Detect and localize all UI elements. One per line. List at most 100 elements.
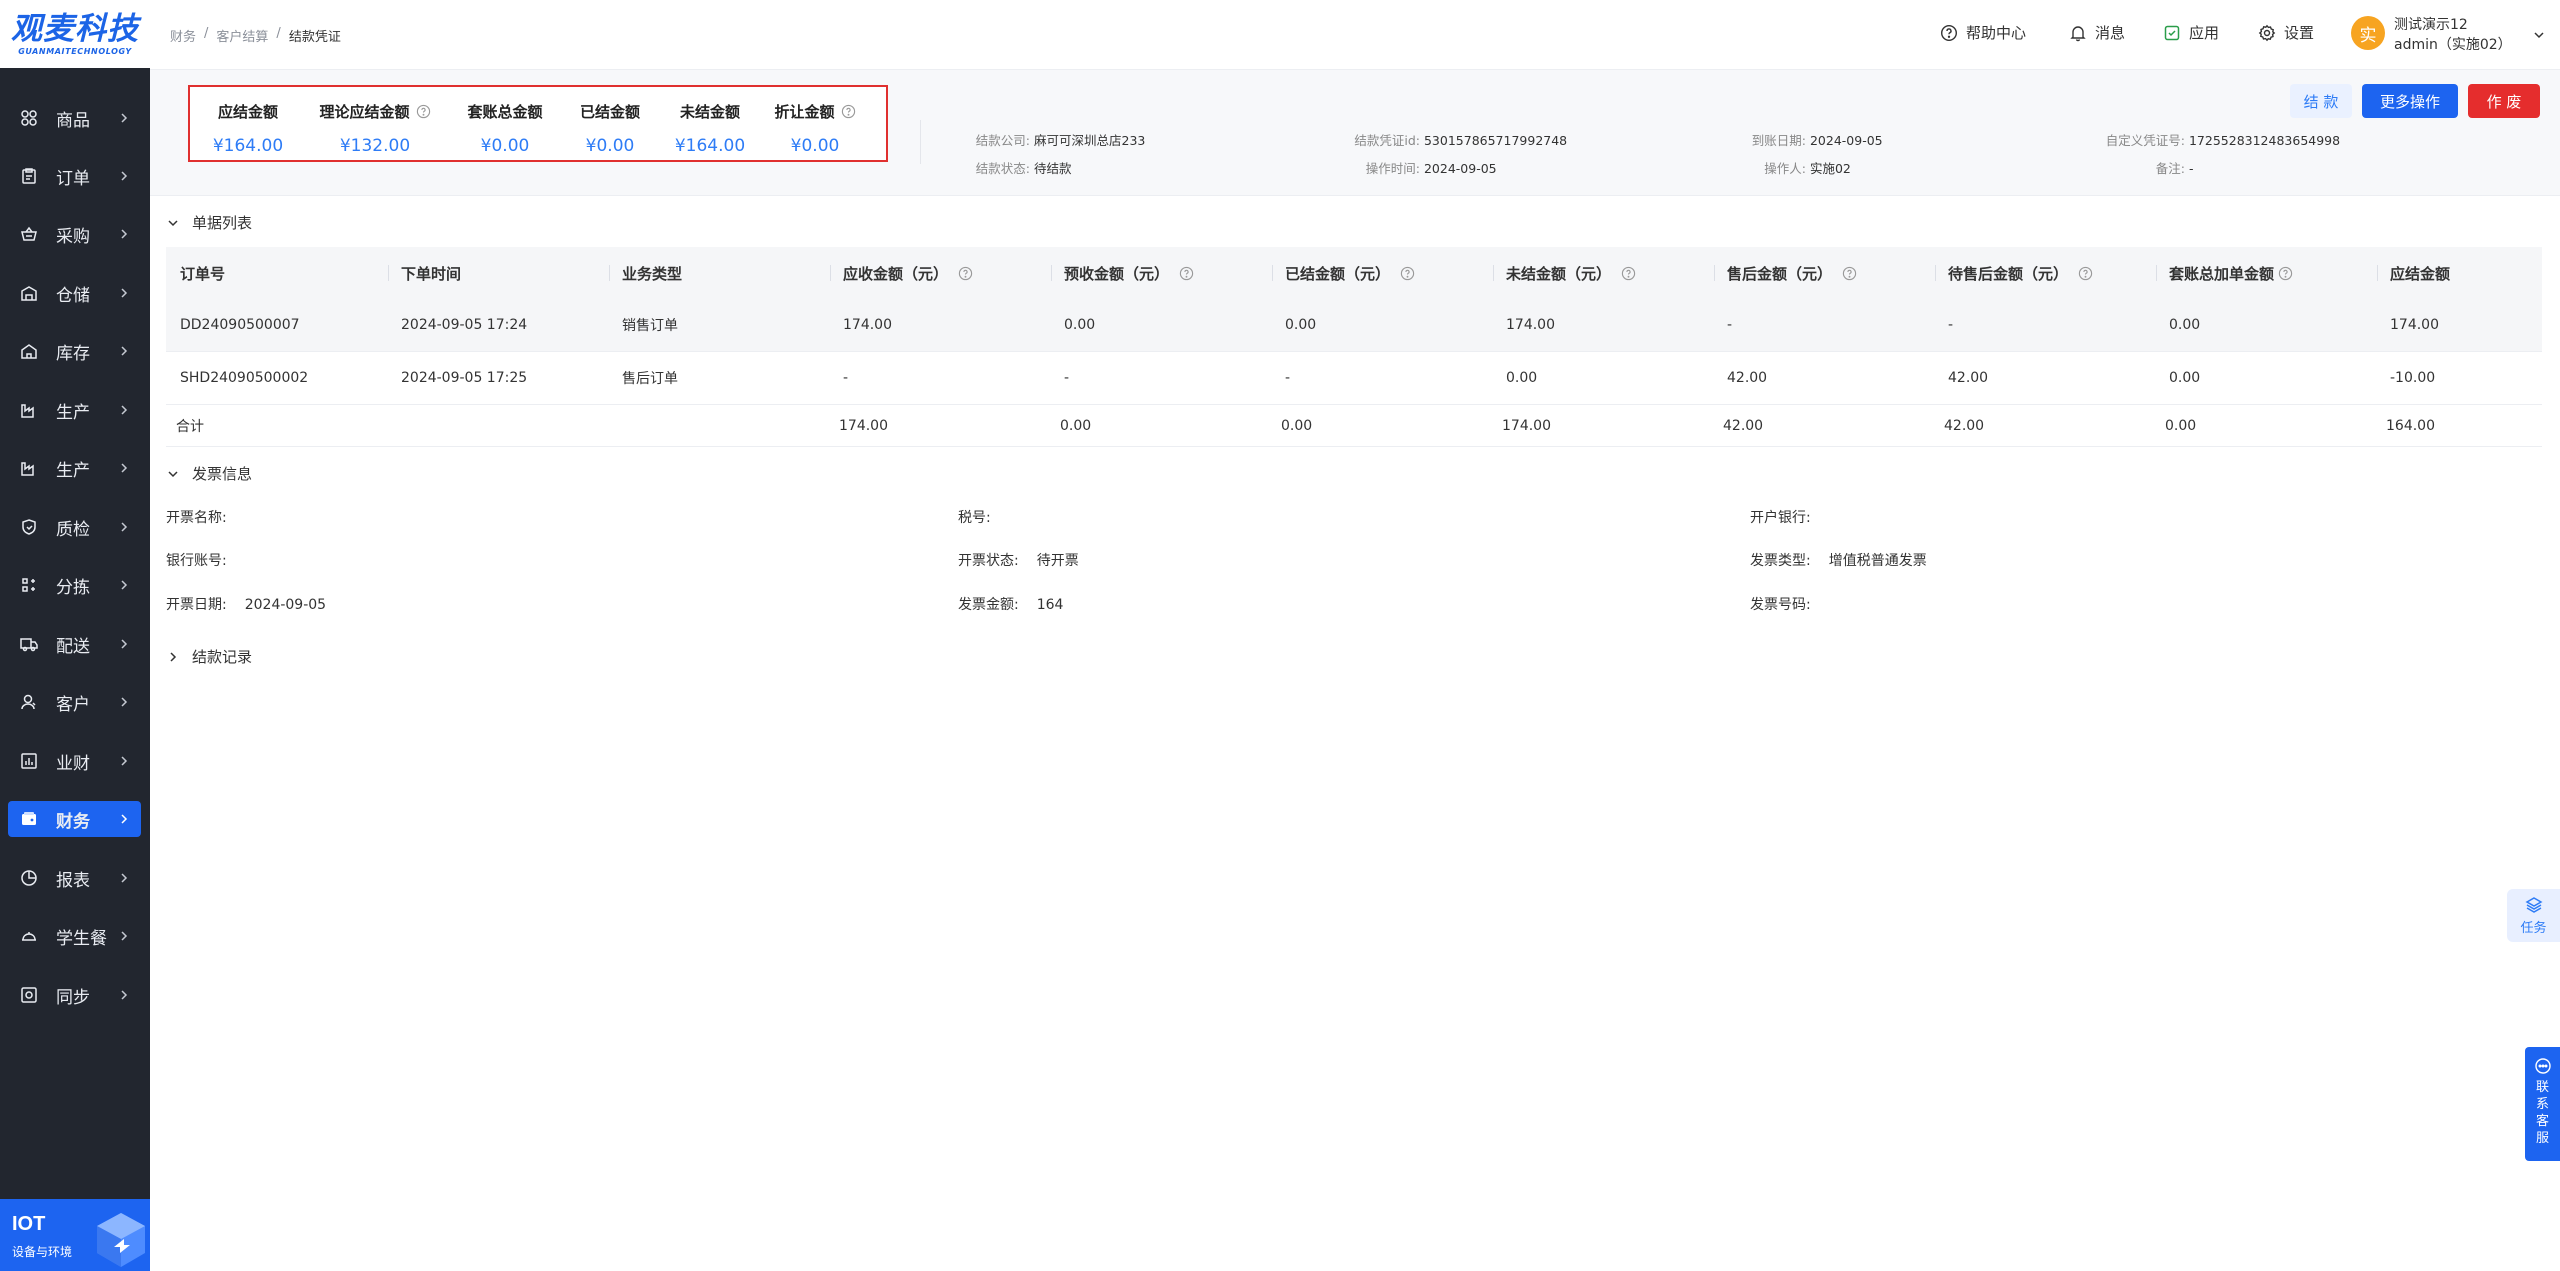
iot-title: IOT	[12, 1213, 46, 1235]
contact-service-button[interactable]: 联 系 客 服	[2525, 1047, 2560, 1161]
sidebar-item-label: 订单	[56, 168, 90, 189]
invoice-toggle[interactable]: 发票信息	[166, 463, 252, 484]
sidebar-item-biz-finance[interactable]: 业财	[8, 743, 141, 779]
table-cell[interactable]: SHD24090500002	[180, 352, 308, 404]
question-circle-icon[interactable]	[416, 104, 431, 119]
iot-subtitle: 设备与环境	[12, 1245, 73, 1259]
invoice-account-field: 银行账号:	[166, 550, 245, 570]
chevron-right-icon	[121, 697, 128, 707]
question-circle-icon[interactable]	[1400, 266, 1415, 281]
user-role[interactable]: admin（实施02）	[2394, 34, 2512, 54]
sidebar-item-reports[interactable]: 报表	[8, 860, 141, 896]
table-cell: 174.00	[1502, 417, 1551, 434]
factory-icon	[20, 401, 38, 419]
pie-chart-icon	[20, 869, 38, 887]
task-float-button[interactable]: 任务	[2507, 889, 2560, 942]
table-cell: 42.00	[1727, 370, 1768, 386]
table-row[interactable]: SHD24090500002 2024-09-05 17:25 售后订单 - -…	[166, 352, 2542, 405]
sidebar-item-goods[interactable]: 商品	[8, 100, 141, 136]
warehouse-icon	[20, 284, 38, 302]
info-value: 2024-09-05	[1809, 133, 1883, 148]
question-circle-icon[interactable]	[841, 104, 856, 119]
question-circle-icon[interactable]	[2078, 266, 2093, 281]
sidebar-item-sorting[interactable]: 分拣	[8, 567, 141, 603]
apps-link[interactable]: 应用	[2163, 22, 2219, 43]
metric-value: ¥132.00	[339, 136, 411, 156]
breadcrumb-item[interactable]: 财务	[170, 26, 196, 45]
section-title: 单据列表	[192, 214, 253, 232]
logo-text: 观麦科技	[11, 11, 139, 47]
field-label: 银行账号:	[166, 553, 227, 569]
void-button[interactable]: 作 废	[2468, 84, 2540, 118]
settings-link[interactable]: 设置	[2258, 22, 2314, 43]
summary-divider	[920, 120, 921, 164]
info-op-time: 操作时间: 2024-09-05	[1340, 158, 1497, 177]
sidebar-item-production[interactable]: 生产	[8, 392, 141, 428]
sidebar-item-warehouse[interactable]: 仓储	[8, 275, 141, 311]
sidebar-item-customer[interactable]: 客户	[8, 684, 141, 720]
question-circle-icon[interactable]	[1621, 266, 1636, 281]
chevron-right-icon	[121, 346, 128, 356]
chevron-down-icon[interactable]	[2532, 28, 2546, 42]
question-circle-icon[interactable]	[1179, 266, 1194, 281]
sidebar-item-label: 采购	[56, 226, 90, 247]
user-name[interactable]: 测试演示12	[2394, 14, 2468, 34]
bar-chart-icon	[20, 752, 38, 770]
column-header: 应结金额	[2376, 247, 2450, 299]
iot-entry[interactable]: IOT 设备与环境	[0, 1199, 150, 1271]
field-label: 税号:	[958, 510, 991, 526]
sidebar-item-label: 配送	[56, 636, 90, 657]
field-value: 待开票	[1036, 553, 1079, 569]
column-header-ledger-add: 套账总加单金额	[2155, 247, 2293, 299]
breadcrumb-item[interactable]: 客户结算	[216, 26, 268, 45]
sidebar-item-orders[interactable]: 订单	[8, 158, 141, 194]
sidebar-item-delivery[interactable]: 配送	[8, 626, 141, 662]
settle-button[interactable]: 结 款	[2290, 84, 2352, 118]
chat-icon	[2534, 1058, 2551, 1074]
more-actions-button[interactable]: 更多操作	[2362, 84, 2458, 118]
settle-records-toggle[interactable]: 结款记录	[166, 646, 252, 667]
column-header-prepaid: 预收金额（元）	[1050, 247, 1194, 299]
column-header-pending-aftersale: 待售后金额（元）	[1934, 247, 2093, 299]
invoice-name-field: 开票名称:	[166, 507, 245, 527]
column-header-aftersale: 售后金额（元）	[1713, 247, 1857, 299]
sidebar-item-sync[interactable]: 同步	[8, 977, 141, 1013]
chevron-right-icon	[121, 990, 128, 1000]
sidebar-item-production-2[interactable]: 生产	[8, 450, 141, 486]
table-cell: 0.00	[2165, 417, 2197, 434]
service-char: 联	[2535, 1080, 2549, 1095]
sidebar-item-finance[interactable]: 财务	[8, 801, 141, 837]
field-label: 发票金额:	[958, 597, 1019, 613]
doc-list-toggle[interactable]: 单据列表	[166, 212, 252, 233]
task-label: 任务	[2520, 921, 2547, 936]
chevron-right-icon	[121, 580, 128, 590]
table-total-row: 合计 174.00 0.00 0.00 174.00 42.00 42.00 0…	[166, 405, 2542, 447]
help-center-link[interactable]: 帮助中心	[1940, 22, 2026, 43]
table-cell: 售后订单	[622, 371, 678, 387]
question-circle-icon[interactable]	[1842, 266, 1857, 281]
table-cell: -	[1727, 317, 1733, 333]
avatar[interactable]: 实	[2351, 16, 2385, 50]
wallet-icon	[20, 810, 38, 828]
messages-link[interactable]: 消息	[2069, 22, 2125, 43]
info-label: 结款状态:	[975, 161, 1030, 176]
table-row[interactable]: DD24090500007 2024-09-05 17:24 销售订单 174.…	[166, 299, 2542, 352]
sidebar-item-student-meal[interactable]: 学生餐	[8, 918, 141, 954]
info-company: 结款公司: 麻可可深圳总店233	[970, 130, 1146, 149]
table-cell: 0.00	[1064, 317, 1096, 333]
sidebar-item-purchase[interactable]: 采购	[8, 216, 141, 252]
chevron-down-icon	[168, 470, 178, 477]
question-circle-icon[interactable]	[2278, 266, 2293, 281]
logo[interactable]: 观麦科技 GUANMAITECHNOLOGY	[0, 0, 150, 68]
sidebar-item-qc[interactable]: 质检	[8, 509, 141, 545]
table-cell: -10.00	[2390, 370, 2436, 386]
sidebar-item-stock[interactable]: 库存	[8, 333, 141, 369]
table-cell[interactable]: DD24090500007	[180, 299, 300, 351]
info-custom-no: 自定义凭证号: 1725528312483654998	[2085, 130, 2340, 149]
question-circle-icon[interactable]	[958, 266, 973, 281]
info-value: 待结款	[1033, 161, 1072, 176]
table-cell: -	[1285, 370, 1291, 386]
field-label: 开户银行:	[1750, 510, 1811, 526]
metric-value: ¥164.00	[212, 136, 284, 156]
service-char: 客	[2535, 1114, 2549, 1129]
